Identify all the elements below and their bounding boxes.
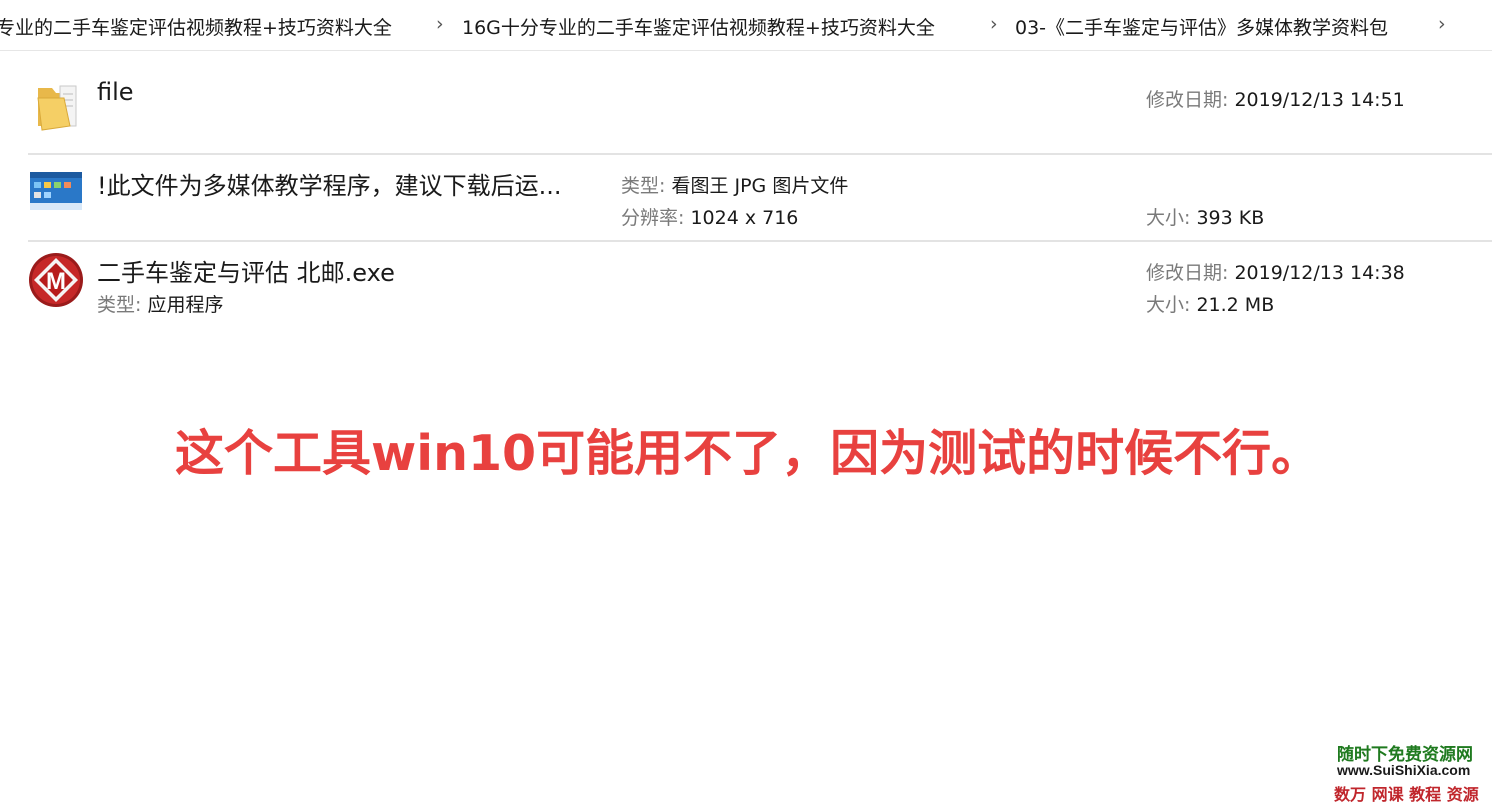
file-type: 类型: 看图王 JPG 图片文件 [621,171,848,198]
modified-label: 修改日期: [1146,89,1229,111]
breadcrumb-item[interactable]: 03-《二手车鉴定与评估》多媒体教学资料包 [1015,13,1388,40]
divider [28,153,1492,155]
breadcrumb-item[interactable]: 专业的二手车鉴定评估视频教程+技巧资料大全 [0,13,392,40]
file-size: 大小: 21.2 MB [1146,290,1274,317]
file-name: !此文件为多媒体教学程序，建议下载后运... [97,172,562,200]
watermark-line: www.SuiShiXia.com [1337,762,1471,778]
chevron-right-icon[interactable]: › [436,13,444,35]
watermark-logo: 随时下免费资源网 www.SuiShiXia.com 数万 网课 教程 资源 [1325,738,1492,804]
modified-date: 修改日期: 2019/12/13 14:51 [1146,85,1405,112]
file-name: 二手车鉴定与评估 北邮.exe [97,259,395,287]
type-label: 类型: [621,175,666,197]
type-value: 看图王 JPG 图片文件 [671,175,849,197]
size-value: 393 KB [1196,207,1265,229]
size-label: 大小: [1146,294,1191,316]
file-size: 大小: 393 KB [1146,203,1264,230]
modified-label: 修改日期: [1146,262,1229,284]
svg-text:M: M [46,268,66,295]
watermark-line: 数万 网课 教程 资源 [1334,785,1479,804]
file-list-item[interactable]: M 二手车鉴定与评估 北邮.exe 类型: 应用程序 修改日期: 2019/12… [28,244,1492,324]
size-value: 21.2 MB [1196,294,1275,316]
modified-value: 2019/12/13 14:51 [1234,89,1405,111]
file-list-item[interactable]: !此文件为多媒体教学程序，建议下载后运... 类型: 看图王 JPG 图片文件 … [28,156,1492,240]
folder-icon [37,85,77,131]
resolution-value: 1024 x 716 [690,207,799,229]
file-name: file [97,78,134,106]
breadcrumb: 专业的二手车鉴定评估视频教程+技巧资料大全 › 16G十分专业的二手车鉴定评估视… [0,0,1492,51]
type-label: 类型: [97,294,142,316]
modified-value: 2019/12/13 14:38 [1234,262,1405,284]
breadcrumb-item[interactable]: 16G十分专业的二手车鉴定评估视频教程+技巧资料大全 [462,13,935,40]
resolution: 分辨率: 1024 x 716 [621,203,798,230]
type-value: 应用程序 [147,294,224,316]
size-label: 大小: [1146,207,1191,229]
file-list-item[interactable]: file 修改日期: 2019/12/13 14:51 [28,66,1492,154]
divider [28,240,1492,242]
modified-date: 修改日期: 2019/12/13 14:38 [1146,258,1405,285]
app-m-icon: M [29,253,83,307]
annotation-note: 这个工具win10可能用不了，因为测试的时候不行。 [175,425,1321,482]
chevron-right-icon[interactable]: › [1438,13,1446,35]
file-type: 类型: 应用程序 [97,290,223,317]
resolution-label: 分辨率: [621,207,685,229]
image-thumbnail-icon [30,172,82,210]
chevron-right-icon[interactable]: › [990,13,998,35]
